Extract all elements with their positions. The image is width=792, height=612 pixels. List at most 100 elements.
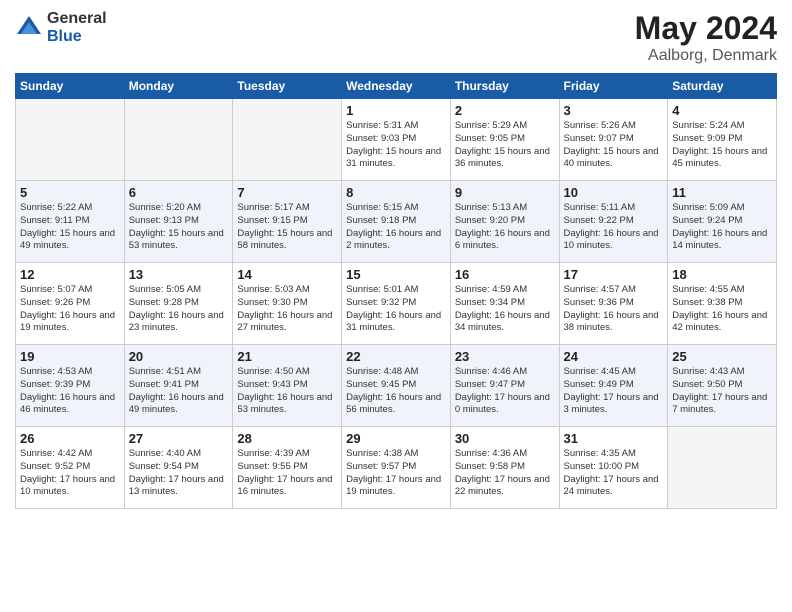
day-cell: 6 Sunrise: 5:20 AM Sunset: 9:13 PM Daylig…: [124, 181, 233, 263]
calendar-title: May 2024: [635, 10, 777, 47]
weekday-header-sunday: Sunday: [16, 74, 125, 99]
day-info: Sunrise: 5:05 AM Sunset: 9:28 PM Dayligh…: [129, 284, 229, 335]
day-number: 3: [564, 103, 664, 118]
day-cell: 1Sunrise: 5:31 AM Sunset: 9:03 PM Daylig…: [342, 99, 451, 181]
weekday-header-saturday: Saturday: [668, 74, 777, 99]
day-info: Sunrise: 4:46 AM Sunset: 9:47 PM Dayligh…: [455, 366, 555, 417]
day-number: 15: [346, 267, 446, 282]
day-cell: 28 Sunrise: 4:39 AM Sunset: 9:55 PM Dayli…: [233, 427, 342, 509]
day-info: Sunrise: 4:48 AM Sunset: 9:45 PM Dayligh…: [346, 366, 446, 417]
day-cell: 13 Sunrise: 5:05 AM Sunset: 9:28 PM Dayli…: [124, 263, 233, 345]
day-number: 31: [564, 431, 664, 446]
day-cell: 29 Sunrise: 4:38 AM Sunset: 9:57 PM Dayli…: [342, 427, 451, 509]
day-cell: 3 Sunrise: 5:26 AM Sunset: 9:07 PM Daylig…: [559, 99, 668, 181]
day-info: Sunrise: 5:20 AM Sunset: 9:13 PM Dayligh…: [129, 202, 229, 253]
day-number: 5: [20, 185, 120, 200]
day-info: Sunrise: 4:36 AM Sunset: 9:58 PM Dayligh…: [455, 448, 555, 499]
day-cell: 31 Sunrise: 4:35 AM Sunset: 10:00 PM Dayl…: [559, 427, 668, 509]
day-cell: 19Sunrise: 4:53 AM Sunset: 9:39 PM Dayli…: [16, 345, 125, 427]
day-number: 2: [455, 103, 555, 118]
day-number: 11: [672, 185, 772, 200]
day-cell: 22 Sunrise: 4:48 AM Sunset: 9:45 PM Dayli…: [342, 345, 451, 427]
weekday-header-monday: Monday: [124, 74, 233, 99]
day-number: 30: [455, 431, 555, 446]
logo-icon: [15, 14, 43, 42]
day-info: Sunrise: 5:07 AM Sunset: 9:26 PM Dayligh…: [20, 284, 120, 335]
day-info: Sunrise: 5:11 AM Sunset: 9:22 PM Dayligh…: [564, 202, 664, 253]
day-number: 9: [455, 185, 555, 200]
day-number: 24: [564, 349, 664, 364]
day-cell: 20 Sunrise: 4:51 AM Sunset: 9:41 PM Dayli…: [124, 345, 233, 427]
day-cell: [16, 99, 125, 181]
day-info: Sunrise: 4:35 AM Sunset: 10:00 PM Daylig…: [564, 448, 664, 499]
day-number: 1: [346, 103, 446, 118]
logo-general-text: General: [47, 10, 107, 28]
calendar-week-row: 26 Sunrise: 4:42 AM Sunset: 9:52 PM Dayli…: [16, 427, 777, 509]
calendar-subtitle: Aalborg, Denmark: [635, 47, 777, 65]
day-number: 22: [346, 349, 446, 364]
day-cell: 15 Sunrise: 5:01 AM Sunset: 9:32 PM Dayli…: [342, 263, 451, 345]
day-info: Sunrise: 5:09 AM Sunset: 9:24 PM Dayligh…: [672, 202, 772, 253]
day-info: Sunrise: 4:43 AM Sunset: 9:50 PM Dayligh…: [672, 366, 772, 417]
day-number: 23: [455, 349, 555, 364]
day-cell: 30 Sunrise: 4:36 AM Sunset: 9:58 PM Dayli…: [450, 427, 559, 509]
day-number: 29: [346, 431, 446, 446]
day-number: 28: [237, 431, 337, 446]
day-cell: 24 Sunrise: 4:45 AM Sunset: 9:49 PM Dayli…: [559, 345, 668, 427]
day-info: Sunrise: 4:51 AM Sunset: 9:41 PM Dayligh…: [129, 366, 229, 417]
page: General Blue May 2024 Aalborg, Denmark S…: [0, 0, 792, 612]
calendar: SundayMondayTuesdayWednesdayThursdayFrid…: [15, 73, 777, 602]
day-number: 20: [129, 349, 229, 364]
logo-blue-text: Blue: [47, 28, 107, 46]
day-number: 6: [129, 185, 229, 200]
day-number: 25: [672, 349, 772, 364]
header: General Blue May 2024 Aalborg, Denmark: [15, 10, 777, 65]
day-number: 17: [564, 267, 664, 282]
day-info: Sunrise: 4:55 AM Sunset: 9:38 PM Dayligh…: [672, 284, 772, 335]
day-info: Sunrise: 5:29 AM Sunset: 9:05 PM Dayligh…: [455, 120, 555, 171]
weekday-header-friday: Friday: [559, 74, 668, 99]
day-number: 8: [346, 185, 446, 200]
day-number: 13: [129, 267, 229, 282]
day-number: 18: [672, 267, 772, 282]
weekday-header-tuesday: Tuesday: [233, 74, 342, 99]
day-info: Sunrise: 4:38 AM Sunset: 9:57 PM Dayligh…: [346, 448, 446, 499]
day-cell: 14Sunrise: 5:03 AM Sunset: 9:30 PM Dayli…: [233, 263, 342, 345]
day-info: Sunrise: 5:26 AM Sunset: 9:07 PM Dayligh…: [564, 120, 664, 171]
day-cell: 4Sunrise: 5:24 AM Sunset: 9:09 PM Daylig…: [668, 99, 777, 181]
weekday-header-row: SundayMondayTuesdayWednesdayThursdayFrid…: [16, 74, 777, 99]
day-info: Sunrise: 5:17 AM Sunset: 9:15 PM Dayligh…: [237, 202, 337, 253]
day-cell: 8 Sunrise: 5:15 AM Sunset: 9:18 PM Daylig…: [342, 181, 451, 263]
day-info: Sunrise: 4:59 AM Sunset: 9:34 PM Dayligh…: [455, 284, 555, 335]
day-info: Sunrise: 4:39 AM Sunset: 9:55 PM Dayligh…: [237, 448, 337, 499]
day-info: Sunrise: 4:53 AM Sunset: 9:39 PM Dayligh…: [20, 366, 120, 417]
day-cell: [233, 99, 342, 181]
day-cell: 21Sunrise: 4:50 AM Sunset: 9:43 PM Dayli…: [233, 345, 342, 427]
weekday-header-wednesday: Wednesday: [342, 74, 451, 99]
day-info: Sunrise: 4:45 AM Sunset: 9:49 PM Dayligh…: [564, 366, 664, 417]
day-cell: [668, 427, 777, 509]
day-cell: 9Sunrise: 5:13 AM Sunset: 9:20 PM Daylig…: [450, 181, 559, 263]
day-info: Sunrise: 5:03 AM Sunset: 9:30 PM Dayligh…: [237, 284, 337, 335]
day-info: Sunrise: 5:15 AM Sunset: 9:18 PM Dayligh…: [346, 202, 446, 253]
day-cell: 26 Sunrise: 4:42 AM Sunset: 9:52 PM Dayli…: [16, 427, 125, 509]
day-cell: 7Sunrise: 5:17 AM Sunset: 9:15 PM Daylig…: [233, 181, 342, 263]
day-number: 26: [20, 431, 120, 446]
day-cell: [124, 99, 233, 181]
logo: General Blue: [15, 10, 107, 45]
day-number: 16: [455, 267, 555, 282]
day-number: 27: [129, 431, 229, 446]
day-cell: 10 Sunrise: 5:11 AM Sunset: 9:22 PM Dayli…: [559, 181, 668, 263]
day-number: 21: [237, 349, 337, 364]
day-info: Sunrise: 4:40 AM Sunset: 9:54 PM Dayligh…: [129, 448, 229, 499]
day-number: 10: [564, 185, 664, 200]
day-number: 12: [20, 267, 120, 282]
day-cell: 18 Sunrise: 4:55 AM Sunset: 9:38 PM Dayli…: [668, 263, 777, 345]
weekday-header-thursday: Thursday: [450, 74, 559, 99]
day-info: Sunrise: 4:42 AM Sunset: 9:52 PM Dayligh…: [20, 448, 120, 499]
title-block: May 2024 Aalborg, Denmark: [635, 10, 777, 65]
day-info: Sunrise: 5:01 AM Sunset: 9:32 PM Dayligh…: [346, 284, 446, 335]
day-cell: 2 Sunrise: 5:29 AM Sunset: 9:05 PM Daylig…: [450, 99, 559, 181]
day-info: Sunrise: 4:57 AM Sunset: 9:36 PM Dayligh…: [564, 284, 664, 335]
calendar-table: SundayMondayTuesdayWednesdayThursdayFrid…: [15, 73, 777, 509]
